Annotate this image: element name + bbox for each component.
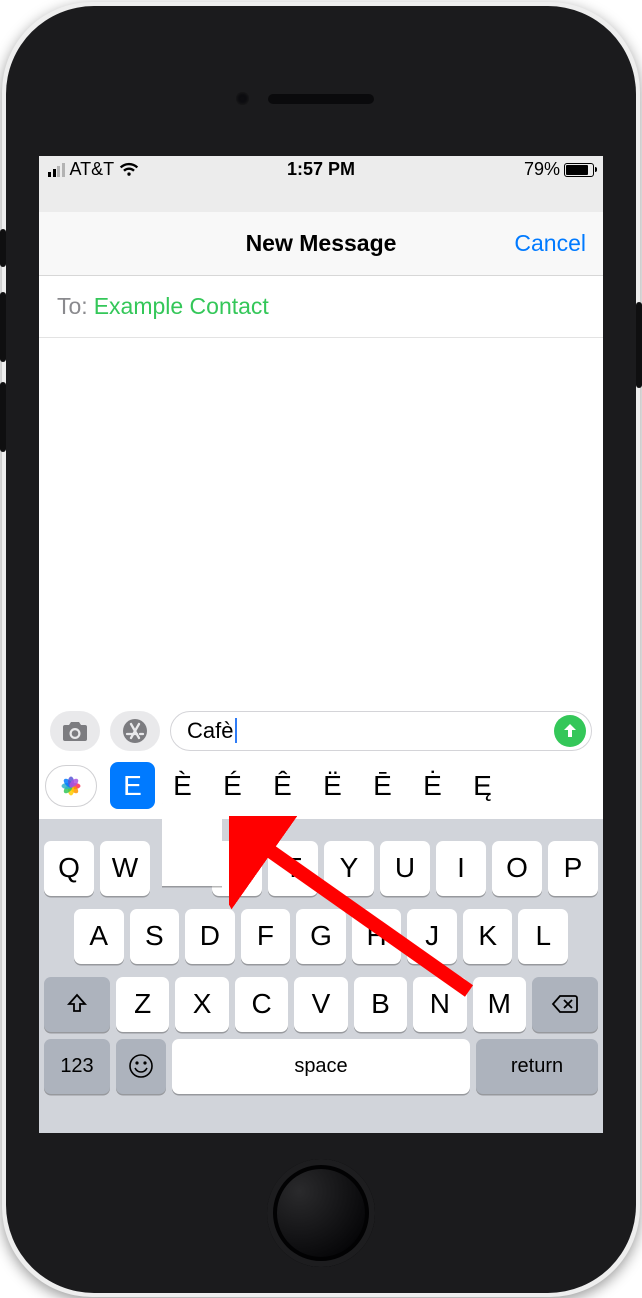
message-input[interactable]: Cafè bbox=[170, 711, 592, 751]
camera-icon bbox=[62, 720, 88, 742]
key-p[interactable]: P bbox=[548, 841, 598, 896]
camera-button[interactable] bbox=[50, 711, 100, 751]
to-field[interactable]: To: Example Contact bbox=[39, 276, 603, 338]
carrier-label: AT&T bbox=[70, 159, 115, 180]
key-m[interactable]: M bbox=[473, 977, 526, 1032]
key-w[interactable]: W bbox=[100, 841, 150, 896]
accent-option-e[interactable]: E bbox=[110, 762, 155, 809]
key-g[interactable]: G bbox=[296, 909, 346, 964]
key-i[interactable]: I bbox=[436, 841, 486, 896]
key-f[interactable]: F bbox=[241, 909, 291, 964]
numbers-key[interactable]: 123 bbox=[44, 1039, 110, 1094]
accent-option-ė[interactable]: Ė bbox=[410, 762, 455, 809]
nav-bar: New Message Cancel bbox=[39, 212, 603, 276]
speaker-grille bbox=[268, 94, 374, 104]
shift-icon bbox=[65, 992, 89, 1016]
arrow-up-icon bbox=[561, 722, 579, 740]
key-o[interactable]: O bbox=[492, 841, 542, 896]
clock: 1:57 PM bbox=[287, 159, 355, 180]
wifi-icon bbox=[119, 162, 139, 177]
accent-option-ë[interactable]: Ë bbox=[310, 762, 355, 809]
page-title: New Message bbox=[246, 230, 397, 257]
accent-popup: EÈÉÊËĒĖĘ bbox=[39, 753, 603, 819]
emoji-key[interactable] bbox=[116, 1039, 166, 1094]
battery-icon bbox=[564, 163, 594, 177]
battery-percent: 79% bbox=[524, 159, 560, 180]
to-contact-chip[interactable]: Example Contact bbox=[94, 293, 269, 320]
text-cursor bbox=[235, 718, 237, 743]
message-text: Cafè bbox=[187, 718, 233, 744]
key-u[interactable]: U bbox=[380, 841, 430, 896]
key-h[interactable]: H bbox=[352, 909, 402, 964]
key-longpress-popup bbox=[162, 796, 222, 886]
modal-backdrop bbox=[39, 184, 603, 212]
space-key[interactable]: space bbox=[172, 1039, 470, 1094]
delete-key[interactable] bbox=[532, 977, 598, 1032]
key-y[interactable]: Y bbox=[324, 841, 374, 896]
accent-option-ē[interactable]: Ē bbox=[360, 762, 405, 809]
photos-app-button[interactable] bbox=[45, 765, 97, 807]
key-t[interactable]: T bbox=[268, 841, 318, 896]
screen: AT&T 1:57 PM 79% New Message Cancel To: bbox=[39, 156, 603, 1133]
key-n[interactable]: N bbox=[413, 977, 466, 1032]
status-bar: AT&T 1:57 PM 79% bbox=[39, 156, 603, 184]
key-c[interactable]: C bbox=[235, 977, 288, 1032]
front-camera bbox=[236, 92, 249, 105]
key-v[interactable]: V bbox=[294, 977, 347, 1032]
accent-option-ę[interactable]: Ę bbox=[460, 762, 505, 809]
key-x[interactable]: X bbox=[175, 977, 228, 1032]
accent-option-ê[interactable]: Ê bbox=[260, 762, 305, 809]
send-button[interactable] bbox=[554, 715, 586, 747]
key-s[interactable]: S bbox=[130, 909, 180, 964]
return-key[interactable]: return bbox=[476, 1039, 598, 1094]
signal-strength-icon bbox=[48, 163, 65, 177]
key-q[interactable]: Q bbox=[44, 841, 94, 896]
photos-icon bbox=[59, 774, 83, 798]
compose-bar: Cafè bbox=[50, 711, 592, 751]
shift-key[interactable] bbox=[44, 977, 110, 1032]
emoji-icon bbox=[128, 1053, 154, 1079]
home-button[interactable] bbox=[267, 1159, 375, 1267]
backspace-icon bbox=[551, 994, 579, 1014]
cancel-button[interactable]: Cancel bbox=[514, 230, 586, 257]
appstore-button[interactable] bbox=[110, 711, 160, 751]
to-label: To: bbox=[57, 293, 88, 320]
power-button bbox=[636, 302, 642, 388]
appstore-icon bbox=[122, 718, 148, 744]
keyboard: EÈÉÊËĒĖĘ QWRTYUIOP ASDFGHJKL ZXCVBNM bbox=[39, 753, 603, 1133]
key-d[interactable]: D bbox=[185, 909, 235, 964]
key-z[interactable]: Z bbox=[116, 977, 169, 1032]
key-l[interactable]: L bbox=[518, 909, 568, 964]
key-a[interactable]: A bbox=[74, 909, 124, 964]
phone-frame: AT&T 1:57 PM 79% New Message Cancel To: bbox=[2, 2, 640, 1297]
key-j[interactable]: J bbox=[407, 909, 457, 964]
key-k[interactable]: K bbox=[463, 909, 513, 964]
key-b[interactable]: B bbox=[354, 977, 407, 1032]
